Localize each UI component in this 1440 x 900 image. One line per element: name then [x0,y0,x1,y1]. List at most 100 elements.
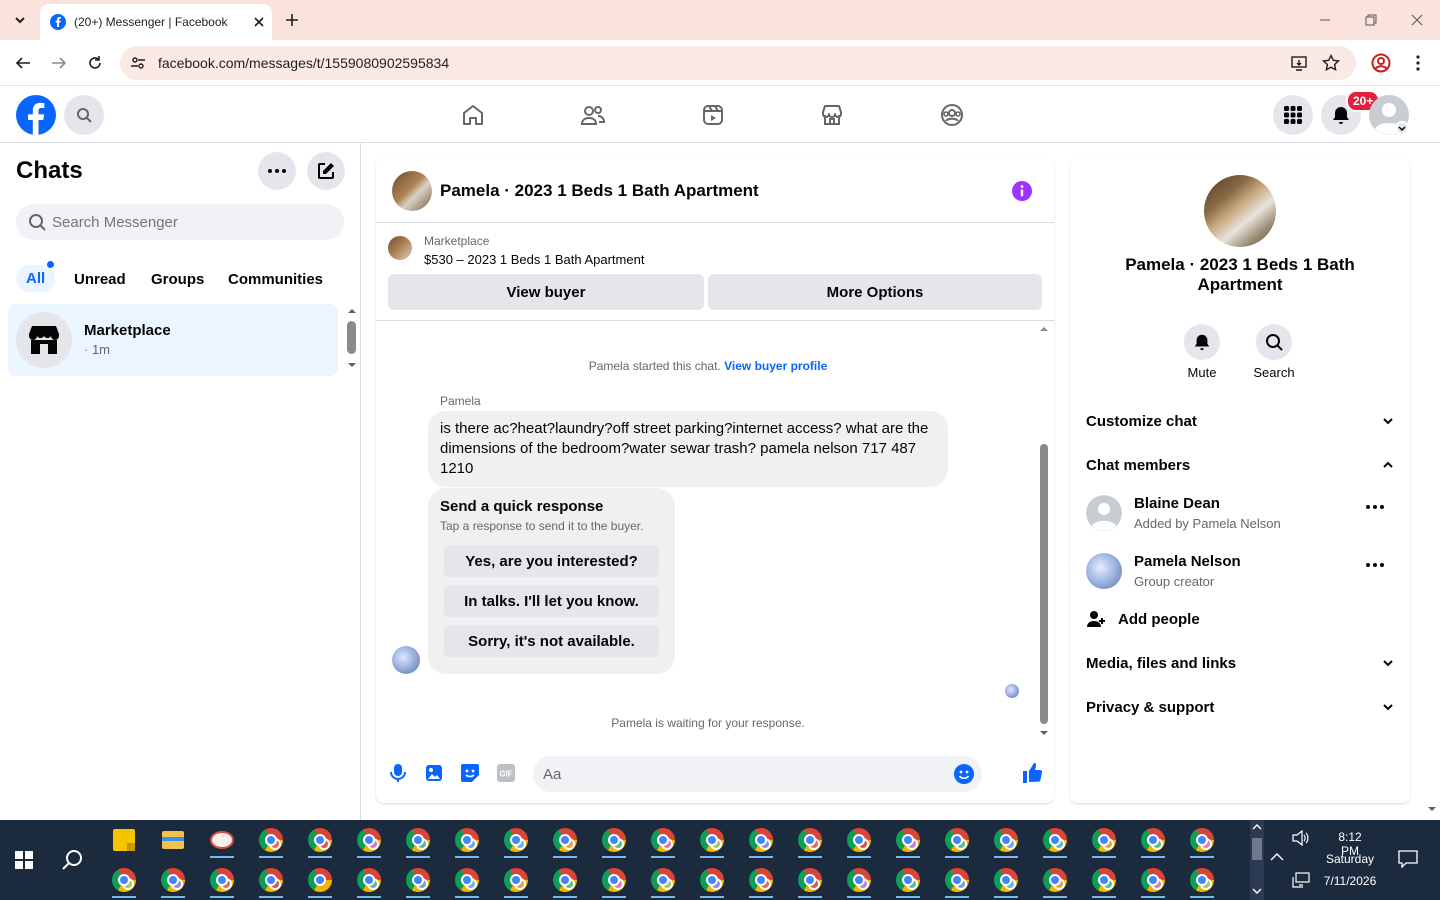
chrome-taskbar-icon[interactable] [496,862,536,898]
mute-button[interactable] [1184,324,1220,360]
chrome-taskbar-icon[interactable] [594,862,634,898]
more-dots-icon[interactable] [1366,563,1384,567]
chrome-taskbar-icon[interactable] [349,862,389,898]
chat-members-section[interactable]: Chat members [1086,453,1394,477]
chrome-taskbar-icon[interactable] [1035,822,1075,858]
scroll-down-icon[interactable] [347,362,357,368]
quick-response-not-available[interactable]: Sorry, it's not available. [444,625,659,657]
chrome-taskbar-icon[interactable] [300,822,340,858]
facebook-logo-icon[interactable] [16,95,56,135]
customize-chat-section[interactable]: Customize chat [1086,409,1394,433]
chrome-taskbar-icon[interactable] [251,822,291,858]
chrome-taskbar-icon[interactable] [545,822,585,858]
menu-button[interactable] [1273,95,1313,135]
nav-video[interactable] [657,93,769,137]
nav-home[interactable] [417,93,529,137]
photo-icon[interactable] [425,763,443,783]
sticky-notes-taskbar-icon[interactable] [104,822,144,858]
chrome-taskbar-icon[interactable] [1133,822,1173,858]
chrome-menu-icon[interactable] [1408,53,1428,73]
chat-options-button[interactable] [258,152,296,190]
chat-list-item[interactable]: Marketplace · 1m [8,304,338,376]
taskbar-scroll[interactable] [1250,820,1264,900]
network-icon[interactable] [1292,872,1310,888]
site-settings-icon[interactable] [130,55,146,71]
reload-button[interactable] [82,50,108,76]
privacy-support-section[interactable]: Privacy & support [1086,695,1394,719]
chrome-taskbar-icon[interactable] [1084,822,1124,858]
chrome-taskbar-icon[interactable] [643,822,683,858]
nav-friends[interactable] [537,93,649,137]
chrome-taskbar-icon[interactable] [153,862,193,898]
scroll-up-icon[interactable] [1039,326,1049,332]
minimize-button[interactable] [1302,4,1348,36]
chrome-taskbar-icon[interactable] [398,822,438,858]
messenger-search[interactable] [16,204,344,240]
conversation-header[interactable]: Pamela · 2023 1 Beds 1 Bath Apartment [376,159,1054,223]
profile-icon[interactable] [1371,53,1391,73]
chrome-taskbar-icon[interactable] [349,822,389,858]
account-button[interactable] [1369,95,1409,135]
scroll-up-icon[interactable] [347,308,357,314]
quick-response-yes[interactable]: Yes, are you interested? [444,545,659,577]
chrome-taskbar-icon[interactable] [741,822,781,858]
chrome-taskbar-icon[interactable] [741,862,781,898]
chrome-taskbar-icon[interactable] [545,862,585,898]
quick-response-in-talks[interactable]: In talks. I'll let you know. [444,585,659,617]
chrome-taskbar-icon[interactable] [1035,862,1075,898]
install-app-icon[interactable] [1290,54,1308,72]
facebook-search-button[interactable] [64,95,104,135]
scroll-up-icon[interactable] [1252,824,1262,830]
chrome-taskbar-icon[interactable] [888,822,928,858]
emoji-icon[interactable] [954,764,974,784]
new-message-button[interactable] [307,152,345,190]
member-row[interactable]: Blaine Dean Added by Pamela Nelson [1086,491,1394,537]
page-scroll-down-icon[interactable] [1427,806,1437,812]
chrome-taskbar-icon[interactable] [692,862,732,898]
close-window-button[interactable] [1394,4,1440,36]
close-tab-icon[interactable] [254,17,264,27]
microphone-icon[interactable] [389,763,407,783]
chrome-taskbar-icon[interactable] [937,822,977,858]
restore-button[interactable] [1348,4,1394,36]
action-center-icon[interactable] [1398,850,1418,868]
chrome-taskbar-icon[interactable] [1182,822,1222,858]
chats-scrollbar-thumb[interactable] [347,321,356,354]
group-photo[interactable] [1204,175,1276,247]
message-bubble[interactable]: is there ac?heat?laundry?off street park… [428,411,948,487]
clock-date[interactable]: 7/11/2026 [1318,874,1382,888]
message-composer[interactable]: Aa [533,756,982,792]
view-buyer-profile-link[interactable]: View buyer profile [724,359,827,373]
gif-icon[interactable]: GIF [497,764,515,782]
forward-button[interactable] [46,50,72,76]
chrome-taskbar-icon[interactable] [790,822,830,858]
chrome-taskbar-icon[interactable] [1182,862,1222,898]
tab-search-button[interactable] [8,8,32,32]
chrome-taskbar-icon[interactable] [986,862,1026,898]
chrome-taskbar-icon[interactable] [594,822,634,858]
filter-unread[interactable]: Unread [74,271,126,288]
chrome-taskbar-icon[interactable] [104,862,144,898]
chrome-taskbar-icon[interactable] [202,862,242,898]
taskbar-scroll-thumb[interactable] [1252,838,1262,860]
nav-marketplace[interactable] [776,93,888,137]
media-files-section[interactable]: Media, files and links [1086,651,1394,675]
chrome-taskbar-icon[interactable] [839,862,879,898]
chrome-taskbar-icon[interactable] [986,822,1026,858]
chrome-taskbar-icon[interactable] [1133,862,1173,898]
view-buyer-button[interactable]: View buyer [388,274,704,310]
member-row[interactable]: Pamela Nelson Group creator [1086,549,1394,595]
chrome-taskbar-icon[interactable] [839,822,879,858]
account-dropdown[interactable] [1395,121,1409,135]
more-dots-icon[interactable] [1366,505,1384,509]
chrome-taskbar-icon[interactable] [937,862,977,898]
filter-communities[interactable]: Communities [228,271,323,288]
chrome-taskbar-icon[interactable] [643,862,683,898]
info-icon[interactable] [1012,181,1032,201]
add-people-button[interactable]: Add people [1086,607,1394,631]
chrome-taskbar-icon[interactable] [496,822,536,858]
omnibox[interactable]: facebook.com/messages/t/1559080902595834 [120,46,1356,80]
clock-day[interactable]: Saturday [1318,852,1382,866]
file-explorer-taskbar-icon[interactable] [153,822,193,858]
back-button[interactable] [10,50,36,76]
